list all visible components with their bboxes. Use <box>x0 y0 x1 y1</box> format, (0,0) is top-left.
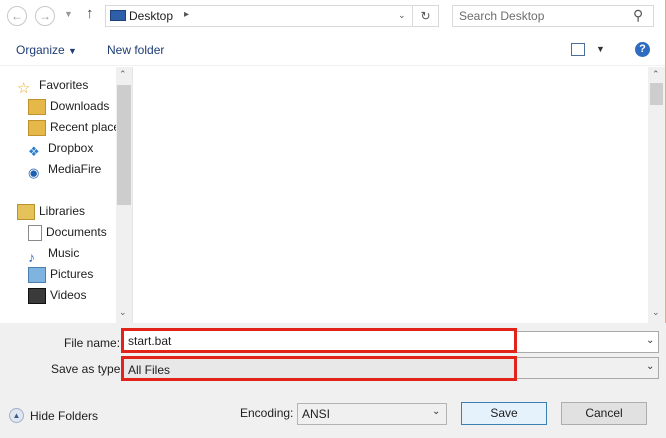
encoding-value: ANSI <box>302 407 331 421</box>
nav-item-recent-places[interactable]: Recent place <box>28 117 120 137</box>
breadcrumb-chevron-icon[interactable]: ▸ <box>184 9 189 20</box>
arrow-left-icon: ← <box>11 9 23 23</box>
file-name-dropdown-icon[interactable]: ⌄ <box>646 335 654 346</box>
view-dropdown-icon[interactable]: ▼ <box>596 44 605 54</box>
file-list-scrollbar[interactable]: ⌃ ⌄ <box>648 67 665 323</box>
recent-places-icon <box>28 119 46 136</box>
arrow-right-icon: → <box>39 9 51 23</box>
view-options-icon[interactable] <box>571 43 585 56</box>
libraries-icon <box>17 203 35 220</box>
scroll-down-icon[interactable]: ⌄ <box>652 307 660 318</box>
scroll-up-icon[interactable]: ⌃ <box>119 69 127 80</box>
nav-item-label: Videos <box>50 288 87 302</box>
file-name-highlight: start.bat <box>121 328 517 353</box>
organize-button[interactable]: Organize ▼ <box>16 43 77 57</box>
navigation-pane: ☆ Favorites Downloads Recent place ❖ Dropb… <box>0 67 132 323</box>
nav-favorites[interactable]: ☆ Favorites <box>17 75 89 97</box>
favorites-label: Favorites <box>39 78 89 92</box>
mediafire-icon: ◉ <box>28 164 40 180</box>
refresh-button[interactable]: ↻ <box>413 5 439 27</box>
nav-item-label: Downloads <box>50 99 110 113</box>
organize-dropdown-icon: ▼ <box>68 46 77 56</box>
star-icon: ☆ <box>17 79 31 97</box>
nav-item-label: Dropbox <box>48 141 94 155</box>
refresh-icon: ↻ <box>420 9 431 23</box>
videos-icon <box>28 287 46 304</box>
downloads-folder-icon <box>28 98 46 115</box>
file-name-input[interactable]: start.bat <box>128 334 171 348</box>
dropbox-icon: ❖ <box>28 143 40 159</box>
music-icon: ♪ <box>28 248 35 265</box>
nav-item-mediafire[interactable]: ◉ MediaFire <box>28 159 102 180</box>
help-icon[interactable]: ? <box>635 42 650 57</box>
nav-item-label: Pictures <box>50 267 94 281</box>
encoding-label: Encoding: <box>240 406 294 420</box>
address-bar[interactable]: Desktop ▸ ⌄ <box>105 5 413 27</box>
documents-icon <box>28 224 42 241</box>
nav-item-label: Recent place <box>50 120 121 134</box>
search-icon[interactable]: ⚲ <box>633 7 643 24</box>
nav-item-pictures[interactable]: Pictures <box>28 264 93 284</box>
nav-item-dropbox[interactable]: ❖ Dropbox <box>28 138 94 159</box>
command-bar <box>0 35 666 66</box>
cancel-button[interactable]: Cancel <box>561 402 647 425</box>
save-type-dropdown-icon[interactable]: ⌄ <box>646 361 654 372</box>
forward-button[interactable]: → <box>35 6 55 26</box>
file-list-scrollbar-thumb[interactable] <box>650 83 663 105</box>
nav-scrollbar-thumb[interactable] <box>117 85 131 205</box>
search-box[interactable]: Search Desktop ⚲ <box>452 5 654 27</box>
file-name-label: File name: <box>64 336 121 350</box>
save-button[interactable]: Save <box>461 402 547 425</box>
nav-item-label: Documents <box>46 225 107 239</box>
nav-item-label: Music <box>48 246 80 260</box>
address-location: Desktop <box>129 9 174 23</box>
scroll-down-icon[interactable]: ⌄ <box>119 307 127 318</box>
desktop-icon <box>110 10 126 21</box>
nav-item-label: MediaFire <box>48 162 102 176</box>
nav-libraries[interactable]: Libraries <box>17 201 85 221</box>
organize-label: Organize <box>16 43 65 57</box>
address-dropdown-icon[interactable]: ⌄ <box>398 10 406 21</box>
hide-folders-button[interactable]: Hide Folders <box>30 409 98 423</box>
save-type-value[interactable]: All Files <box>128 363 170 377</box>
back-button[interactable]: ← <box>7 6 27 26</box>
nav-item-music[interactable]: ♪ Music <box>28 243 80 265</box>
nav-item-downloads[interactable]: Downloads <box>28 96 109 116</box>
libraries-label: Libraries <box>39 204 86 218</box>
encoding-dropdown-icon: ⌄ <box>432 406 441 417</box>
scroll-up-icon[interactable]: ⌃ <box>652 69 660 80</box>
encoding-select[interactable]: ANSI ⌄ <box>297 403 447 425</box>
recent-locations-chevron-icon[interactable]: ▼ <box>64 9 73 19</box>
file-list-area[interactable] <box>132 67 648 323</box>
new-folder-button[interactable]: New folder <box>107 43 164 57</box>
nav-scrollbar[interactable]: ⌃ ⌄ <box>116 67 132 323</box>
nav-item-videos[interactable]: Videos <box>28 285 86 305</box>
save-type-highlight: All Files <box>121 356 517 381</box>
pictures-icon <box>28 266 46 283</box>
up-arrow-icon[interactable]: ↑ <box>86 5 94 22</box>
nav-item-documents[interactable]: Documents <box>28 222 107 242</box>
hide-folders-icon[interactable]: ▲ <box>9 408 24 423</box>
search-input[interactable]: Search Desktop <box>459 9 544 23</box>
save-type-label: Save as type: <box>51 362 124 376</box>
